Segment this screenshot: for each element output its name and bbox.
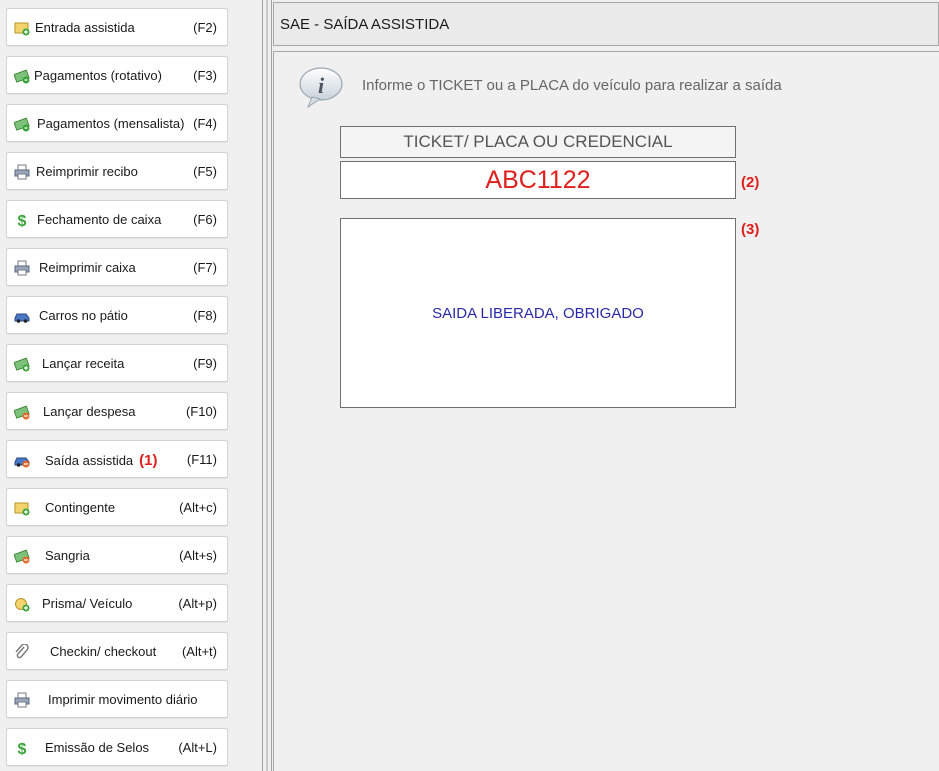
sidebar: Entrada assistida (F2) Pagamentos (rotativ…: [0, 0, 262, 771]
money-remove-icon: [13, 548, 30, 564]
dollar-icon: $: [14, 212, 30, 230]
sidebar-item-label: Pagamentos (mensalista): [37, 116, 184, 131]
shortcut-key: (F5): [193, 164, 217, 179]
sidebar-item-text: Fechamento de caixa: [37, 212, 162, 227]
ticket-add-icon: [14, 500, 30, 516]
shortcut-key: (F11): [186, 452, 217, 467]
sidebar-item-emissao-de-selos[interactable]: $ Emissão de Selos (Alt+L): [6, 728, 228, 766]
shortcut-key: (Alt+s): [179, 548, 217, 563]
shortcut-key: (F6): [193, 212, 217, 227]
svg-text:i: i: [318, 73, 325, 98]
sidebar-item-label: Imprimir movimento diário: [48, 692, 198, 707]
shortcut-key: (Alt+p): [178, 596, 217, 611]
shortcut-key: (Alt+t): [181, 644, 217, 659]
sidebar-item-label: Prisma/ Veículo: [42, 596, 132, 611]
shortcut-key: (F2): [193, 20, 217, 35]
car-exit-icon: [14, 452, 30, 468]
sidebar-item-saida-assistida[interactable]: Saída assistida (1) (F11): [6, 440, 228, 478]
sidebar-item-text: Reimprimir recibo: [36, 164, 138, 179]
sidebar-item-imprimir-movimento-diario[interactable]: Imprimir movimento diário: [6, 680, 228, 718]
instruction-text: Informe o TICKET ou a PLACA do veículo p…: [362, 77, 782, 94]
sidebar-item-label: Carros no pátio: [39, 308, 128, 323]
splitter[interactable]: [262, 0, 272, 771]
car-icon: [14, 308, 30, 324]
shortcut-key: (Alt+c): [179, 500, 217, 515]
sidebar-item-text: Lançar despesa: [43, 404, 136, 419]
sidebar-item-text: Lançar receita: [42, 356, 125, 371]
printer-icon: [14, 260, 30, 276]
sidebar-item-label: Reimprimir recibo: [36, 164, 138, 179]
dollar-icon: $: [14, 740, 30, 758]
sidebar-item-reimprimir-recibo[interactable]: Reimprimir recibo (F5): [6, 152, 228, 190]
sidebar-item-sangria[interactable]: Sangria (Alt+s): [6, 536, 228, 574]
result-box: SAIDA LIBERADA, OBRIGADO: [340, 218, 736, 408]
sidebar-item-text: Entrada assistida: [35, 20, 135, 35]
shortcut-key: (Alt+L): [178, 740, 217, 755]
sidebar-item-label: Emissão de Selos: [45, 740, 149, 755]
prism-icon: [14, 596, 30, 612]
sidebar-item-checkin-checkout[interactable]: Checkin/ checkout (Alt+t): [6, 632, 228, 670]
sidebar-item-label: Reimprimir caixa: [39, 260, 136, 275]
sidebar-item-entrada-assistida[interactable]: Entrada assistida (F2): [6, 8, 228, 46]
ticket-field-label: TICKET/ PLACA OU CREDENCIAL: [340, 126, 736, 158]
sidebar-item-text: Prisma/ Veículo: [42, 596, 133, 611]
sidebar-item-text: Carros no pátio: [39, 308, 128, 323]
sidebar-item-reimprimir-caixa[interactable]: Reimprimir caixa (F7): [6, 248, 228, 286]
sidebar-item-fechamento-de-caixa[interactable]: $ Fechamento de caixa (F6): [6, 200, 228, 238]
money-icon: [13, 116, 30, 132]
sidebar-item-label: Entrada assistida: [35, 20, 135, 35]
sidebar-item-label: Lançar despesa: [43, 404, 136, 419]
printer-icon: [14, 164, 30, 180]
shortcut-key: (F7): [193, 260, 217, 275]
money-remove-icon: [13, 404, 30, 420]
sidebar-item-label: Checkin/ checkout: [50, 644, 156, 659]
money-icon: [13, 68, 30, 84]
sidebar-item-text: Checkin/ checkout: [50, 644, 157, 659]
sidebar-item-label: Fechamento de caixa: [37, 212, 161, 227]
annotation-2: (2): [741, 174, 760, 191]
sidebar-item-pagamentos-mensalista[interactable]: Pagamentos (mensalista) (F4): [6, 104, 228, 142]
shortcut-key: (F10): [185, 404, 217, 419]
printer-icon: [14, 692, 30, 708]
sidebar-item-lancar-despesa[interactable]: Lançar despesa (F10): [6, 392, 228, 430]
main-panel: [273, 51, 939, 771]
sidebar-item-text: Pagamentos (mensalista): [37, 116, 185, 131]
sidebar-item-carros-no-patio[interactable]: Carros no pátio (F8): [6, 296, 228, 334]
sidebar-item-label: Lançar receita: [42, 356, 124, 371]
page-title: SAE - SAÍDA ASSISTIDA: [280, 16, 450, 33]
sidebar-item-pagamentos-rotativo[interactable]: Pagamentos (rotativo) (F3): [6, 56, 228, 94]
shortcut-key: (F9): [193, 356, 217, 371]
sidebar-item-text: Imprimir movimento diário: [48, 692, 198, 707]
sidebar-item-label: Saída assistida (1): [45, 452, 158, 469]
sidebar-item-text: Pagamentos (rotativo): [34, 68, 162, 83]
sidebar-item-prisma-veiculo[interactable]: Prisma/ Veículo (Alt+p): [6, 584, 228, 622]
page-title-bar: SAE - SAÍDA ASSISTIDA: [273, 2, 939, 46]
sidebar-item-text: Contingente: [45, 500, 116, 515]
shortcut-key: (F8): [193, 308, 217, 323]
sidebar-item-text: Emissão de Selos: [45, 740, 150, 755]
sidebar-item-text: Saída assistida: [45, 453, 134, 468]
sidebar-item-lancar-receita[interactable]: Lançar receita (F9): [6, 344, 228, 382]
shortcut-key: (F3): [193, 68, 217, 83]
svg-text:$: $: [18, 213, 27, 228]
sidebar-item-label: Sangria: [45, 548, 90, 563]
sidebar-item-text: Reimprimir caixa: [39, 260, 136, 275]
shortcut-key: (F4): [193, 116, 217, 131]
money-add-icon: [13, 356, 30, 372]
annotation-1: (1): [139, 452, 158, 469]
annotation-3: (3): [741, 221, 760, 238]
sidebar-item-text: Sangria: [45, 548, 90, 563]
svg-text:$: $: [18, 741, 27, 756]
ticket-input[interactable]: ABC1122: [340, 161, 736, 199]
sidebar-item-contingente[interactable]: Contingente (Alt+c): [6, 488, 228, 526]
sidebar-item-label: Contingente: [45, 500, 115, 515]
result-message: SAIDA LIBERADA, OBRIGADO: [432, 305, 644, 322]
ticket-add-icon: [14, 20, 30, 36]
sidebar-item-label: Pagamentos (rotativo): [34, 68, 162, 83]
info-icon: i: [299, 67, 343, 108]
paperclip-icon: [14, 643, 30, 660]
